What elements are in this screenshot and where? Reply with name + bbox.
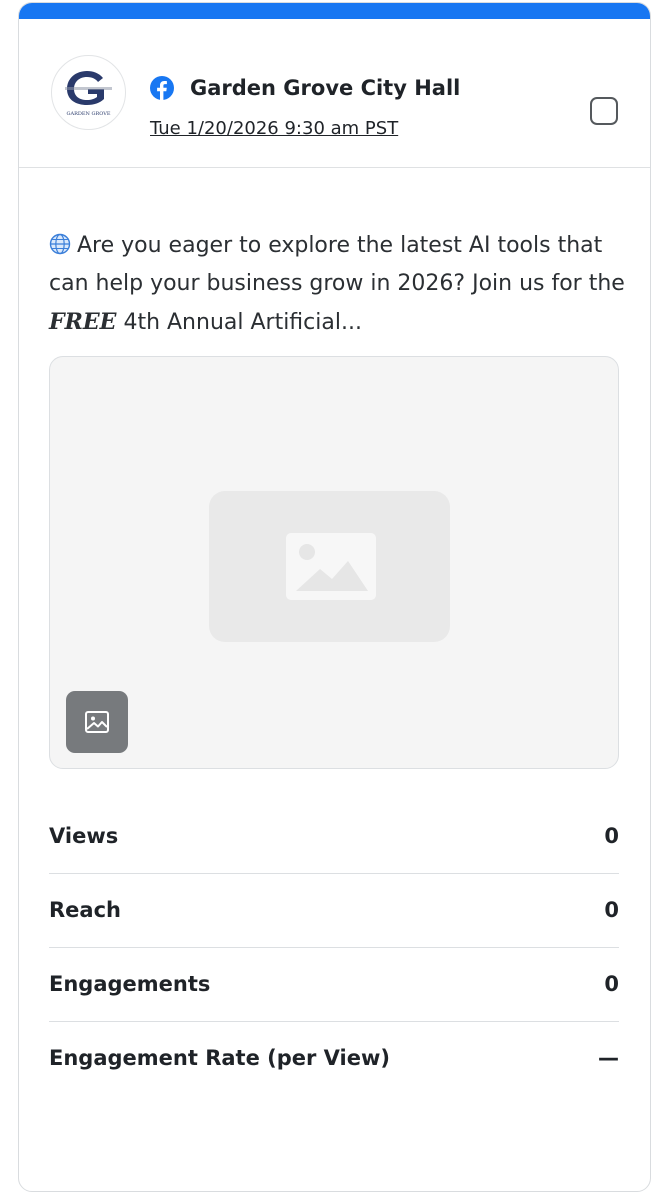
metric-row-views: Views 0 [49,800,619,874]
select-post-checkbox[interactable] [590,97,618,125]
avatar[interactable]: GARDEN GROVE [51,55,126,130]
metric-label: Engagements [49,972,211,996]
post-media[interactable] [49,356,619,769]
globe-icon [49,233,71,255]
account-row: Garden Grove City Hall [150,73,460,103]
media-placeholder [209,491,450,642]
post-date-link[interactable]: Tue 1/20/2026 9:30 am PST [150,118,398,139]
account-name[interactable]: Garden Grove City Hall [190,76,460,100]
post-card: GARDEN GROVE Garden Grove City Hall Tue … [18,2,651,1192]
metric-label: Views [49,824,119,848]
metric-value: 0 [604,824,619,848]
metric-value: 0 [604,972,619,996]
post-header: GARDEN GROVE Garden Grove City Hall Tue … [19,19,650,168]
network-color-bar [19,3,650,19]
metric-value: — [598,1046,619,1070]
post-text-end: 4th Annual Artificial... [116,310,362,335]
image-icon [85,711,109,733]
post-text-emphasis: FREE [49,309,117,335]
logo-text: GARDEN GROVE [66,111,110,117]
post-text: Are you eager to explore the latest AI t… [49,227,629,342]
metric-row-reach: Reach 0 [49,874,619,948]
metric-row-engagements: Engagements 0 [49,948,619,1022]
post-text-start: Are you eager to explore the latest AI t… [49,233,625,296]
image-placeholder-icon [286,533,376,600]
media-type-image-button[interactable] [66,691,128,753]
metric-label: Reach [49,898,121,922]
metric-label: Engagement Rate (per View) [49,1046,390,1070]
garden-grove-logo-icon: GARDEN GROVE [52,56,125,129]
metric-row-engagement-rate: Engagement Rate (per View) — [49,1022,619,1096]
metric-value: 0 [604,898,619,922]
metrics-list: Views 0 Reach 0 Engagements 0 Engagement… [49,800,619,1096]
facebook-icon [150,76,174,100]
